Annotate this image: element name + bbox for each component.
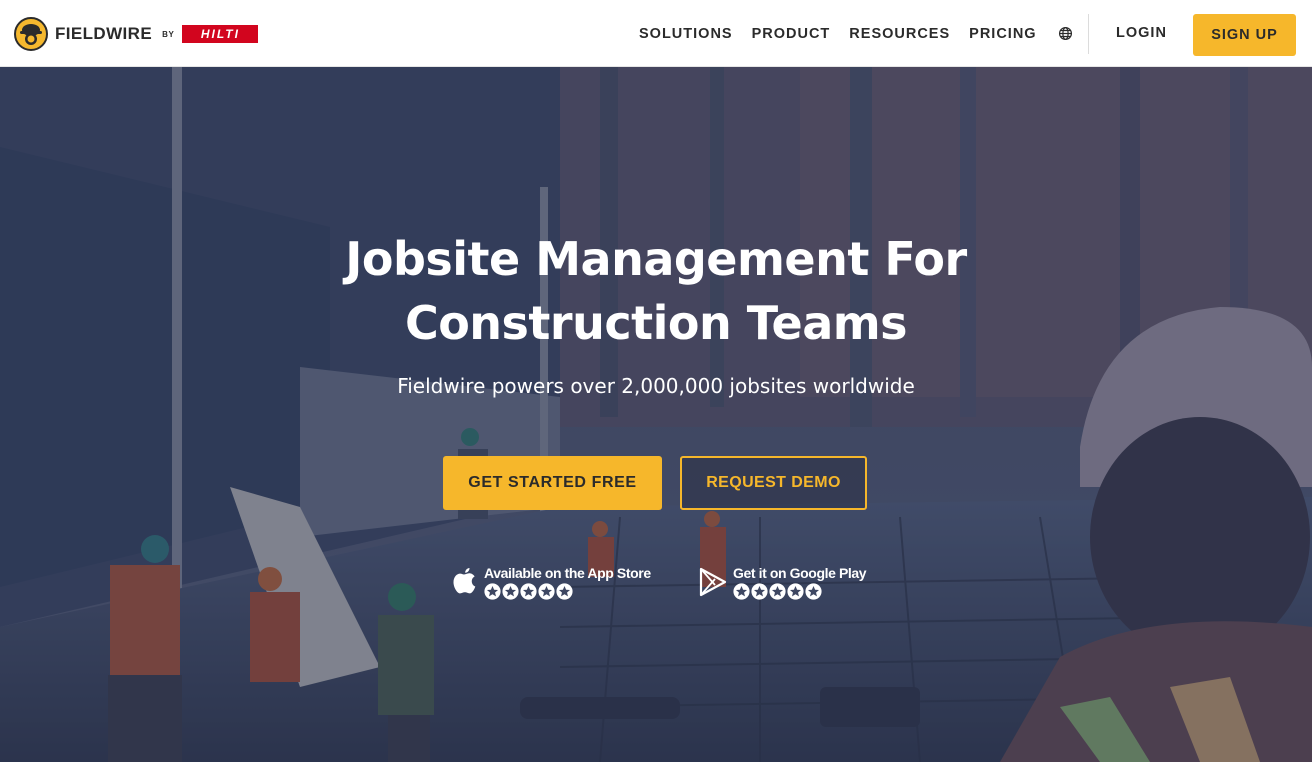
app-store-rating-stars [484,583,651,600]
star-icon [733,583,750,600]
top-navigation-bar: FIELDWIRE BY HILTI SOLUTIONS PRODUCT RES… [0,0,1312,67]
google-play-link[interactable]: Get it on Google Play [698,565,867,600]
star-icon [787,583,804,600]
hero-title-line-1: Jobsite Management For [345,232,967,286]
hero-title: Jobsite Management For Construction Team… [0,227,1312,355]
star-icon [556,583,573,600]
apple-icon [449,565,479,599]
app-store-label: Available on the App Store [484,565,651,581]
fieldwire-logo[interactable]: FIELDWIRE BY HILTI [14,17,259,51]
star-icon [484,583,501,600]
nav-divider [1088,14,1089,54]
hero-section: Jobsite Management For Construction Team… [0,67,1312,762]
star-icon [520,583,537,600]
star-icon [751,583,768,600]
hilti-wordmark: HILTI [200,27,240,41]
star-icon [805,583,822,600]
nav-item-solutions[interactable]: SOLUTIONS [639,26,733,42]
login-link[interactable]: LOGIN [1116,25,1167,41]
hilti-logo: HILTI [182,25,259,43]
google-play-label: Get it on Google Play [733,565,867,581]
app-store-link[interactable]: Available on the App Store [449,565,651,600]
star-icon [502,583,519,600]
hero-title-line-2: Construction Teams [404,296,908,350]
nav-item-pricing[interactable]: PRICING [969,26,1036,42]
google-play-icon [698,565,728,599]
request-demo-button[interactable]: REQUEST DEMO [680,456,867,510]
brand-by: BY [162,29,175,39]
get-started-free-button[interactable]: GET STARTED FREE [443,456,662,510]
hero-overlay [0,67,1312,762]
nav-item-resources[interactable]: RESOURCES [849,26,950,42]
nav-item-product[interactable]: PRODUCT [752,26,831,42]
hero-subtitle: Fieldwire powers over 2,000,000 jobsites… [397,374,915,398]
main-nav: SOLUTIONS PRODUCT RESOURCES PRICING [630,0,1073,67]
star-icon [769,583,786,600]
google-play-rating-stars [733,583,866,600]
globe-icon[interactable] [1058,26,1073,41]
star-icon [538,583,555,600]
brand-name: FIELDWIRE [55,24,153,43]
signup-button[interactable]: SIGN UP [1193,14,1296,56]
hardhat-logo-icon [14,17,48,51]
